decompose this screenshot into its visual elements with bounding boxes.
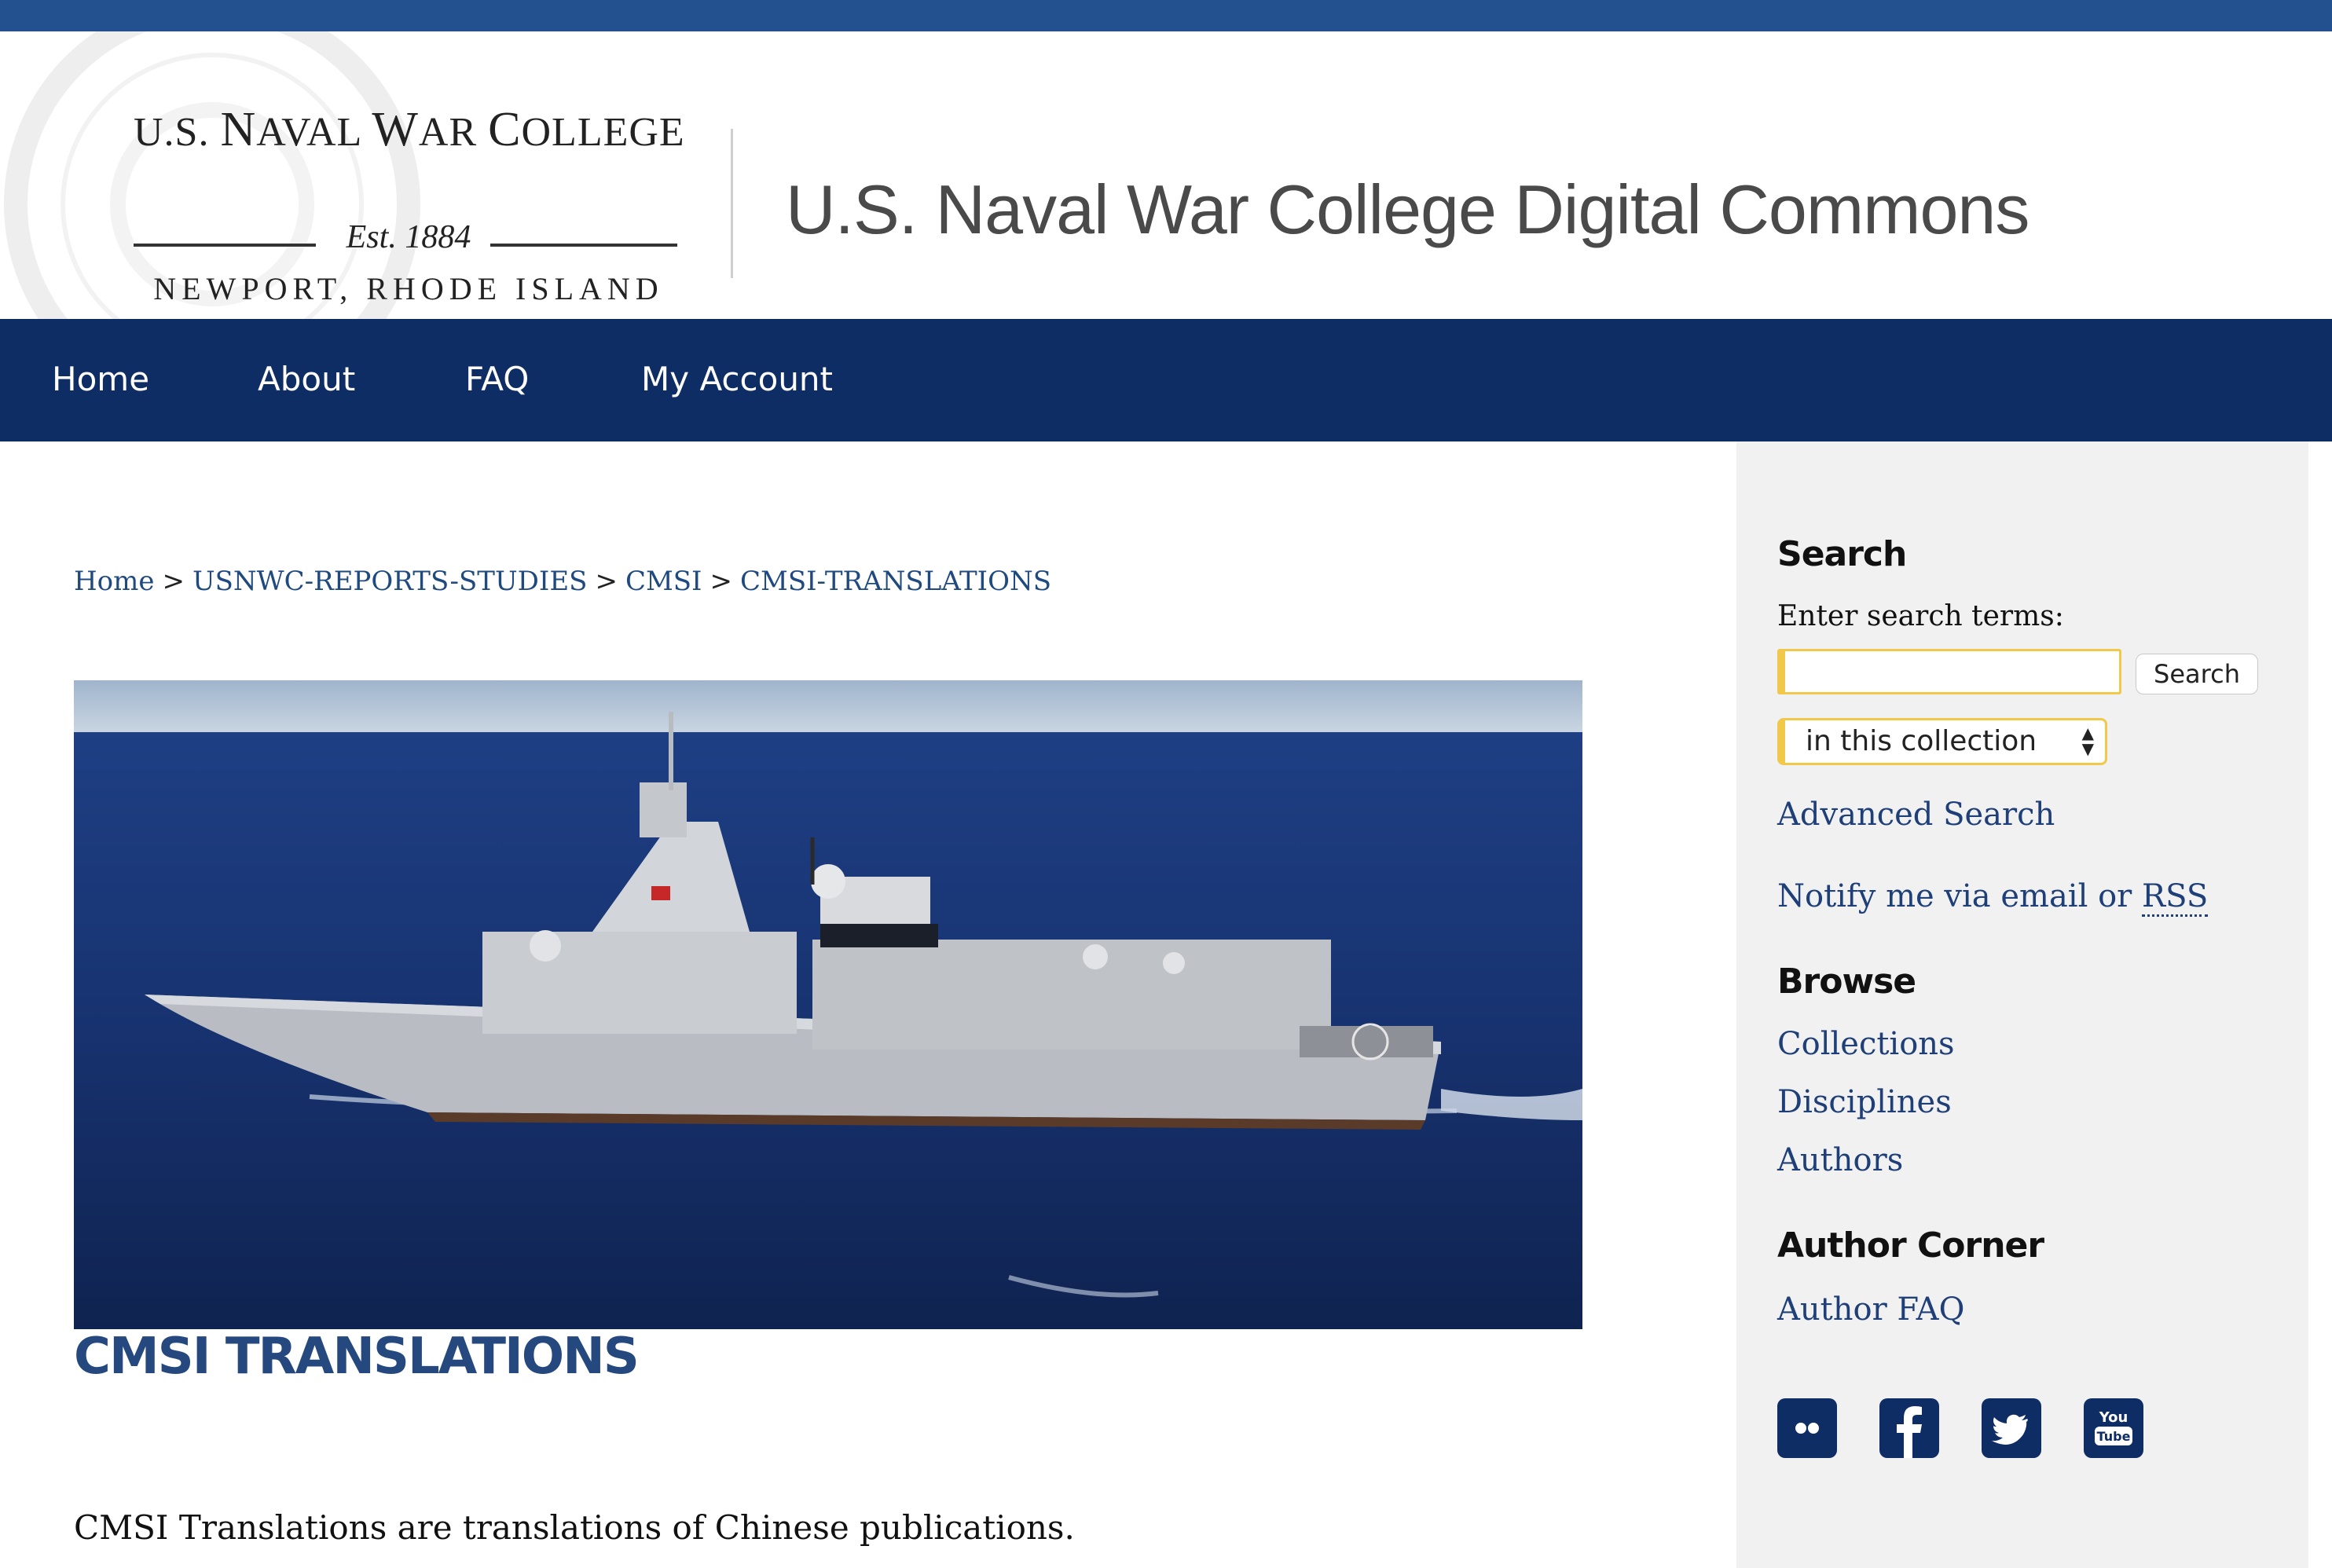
select-arrows-icon: ▲ ▼	[2081, 724, 2094, 758]
nav-home[interactable]: Home	[52, 360, 149, 398]
scope-selected-value: in this collection	[1806, 725, 2037, 757]
logo-location: NEWPORT, RHODE ISLAND	[153, 271, 664, 306]
twitter-icon[interactable]	[1982, 1398, 2041, 1458]
search-label: Enter search terms:	[1777, 600, 2064, 632]
breadcrumb-separator: >	[162, 566, 185, 597]
breadcrumb-home[interactable]: Home	[74, 566, 154, 597]
nav-my-account[interactable]: My Account	[641, 360, 833, 398]
search-input[interactable]	[1777, 649, 2121, 694]
breadcrumb-separator: >	[595, 566, 618, 597]
top-accent-strip	[0, 0, 2332, 31]
breadcrumb-cmsi-translations[interactable]: CMSI-TRANSLATIONS	[740, 566, 1051, 597]
notify-text: Notify me via email or RSS	[1777, 878, 2209, 917]
flickr-icon-glyph	[1795, 1423, 1819, 1434]
browse-heading: Browse	[1777, 962, 1916, 1002]
rss-link[interactable]: RSS	[2142, 878, 2209, 917]
breadcrumb: Home > USNWC-REPORTS-STUDIES > CMSI > CMSI-TRA…	[74, 566, 1051, 597]
sidebar: Search Enter search terms: Search in thi…	[1736, 441, 2308, 1568]
logo-college-name: U.S. NAVAL WAR COLLEGE	[134, 103, 685, 156]
college-logo[interactable]: U.S. NAVAL WAR COLLEGE Est. 1884 NEWPORT…	[134, 102, 685, 306]
youtube-icon-you: You	[2099, 1409, 2128, 1426]
advanced-search-link[interactable]: Advanced Search	[1777, 797, 2055, 833]
browse-disciplines-link[interactable]: Disciplines	[1777, 1084, 1952, 1120]
search-heading: Search	[1777, 534, 1907, 574]
logo-rule-right	[490, 244, 677, 247]
flickr-icon[interactable]	[1777, 1398, 1837, 1458]
facebook-icon[interactable]	[1879, 1398, 1939, 1458]
youtube-icon-tube: Tube	[2097, 1429, 2131, 1444]
search-button[interactable]: Search	[2136, 654, 2258, 694]
notify-email-link[interactable]: Notify me via email or	[1777, 878, 2142, 914]
nav-faq[interactable]: FAQ	[465, 360, 529, 398]
browse-authors-link[interactable]: Authors	[1777, 1142, 1903, 1178]
search-scope-select[interactable]: in this collection ▲ ▼	[1777, 718, 2107, 765]
hero-image-warship	[74, 680, 1582, 1329]
page-title: CMSI TRANSLATIONS	[74, 1328, 640, 1386]
main-nav: Home About FAQ My Account	[0, 319, 2332, 441]
author-faq-link[interactable]: Author FAQ	[1777, 1291, 1964, 1328]
breadcrumb-separator: >	[710, 566, 733, 597]
twitter-icon-glyph	[1992, 1414, 2028, 1445]
youtube-icon-glyph: You Tube	[2095, 1409, 2132, 1445]
breadcrumb-usnwc-reports-studies[interactable]: USNWC-REPORTS-STUDIES	[192, 566, 587, 597]
main-content: Home > USNWC-REPORTS-STUDIES > CMSI > CMSI-TRA…	[0, 441, 1736, 1568]
site-header: U.S. NAVAL WAR COLLEGE Est. 1884 NEWPORT…	[0, 31, 2332, 319]
logo-established: Est. 1884	[346, 219, 471, 255]
breadcrumb-cmsi[interactable]: CMSI	[625, 566, 702, 597]
facebook-icon-glyph	[1897, 1406, 1922, 1458]
site-title[interactable]: U.S. Naval War College Digital Commons	[786, 170, 2030, 250]
collection-description: CMSI Translations are translations of Ch…	[74, 1508, 1075, 1547]
youtube-icon[interactable]: You Tube	[2084, 1398, 2143, 1458]
browse-collections-link[interactable]: Collections	[1777, 1026, 1955, 1062]
nav-about[interactable]: About	[258, 360, 355, 398]
header-divider	[731, 129, 733, 278]
author-corner-heading: Author Corner	[1777, 1225, 2044, 1266]
